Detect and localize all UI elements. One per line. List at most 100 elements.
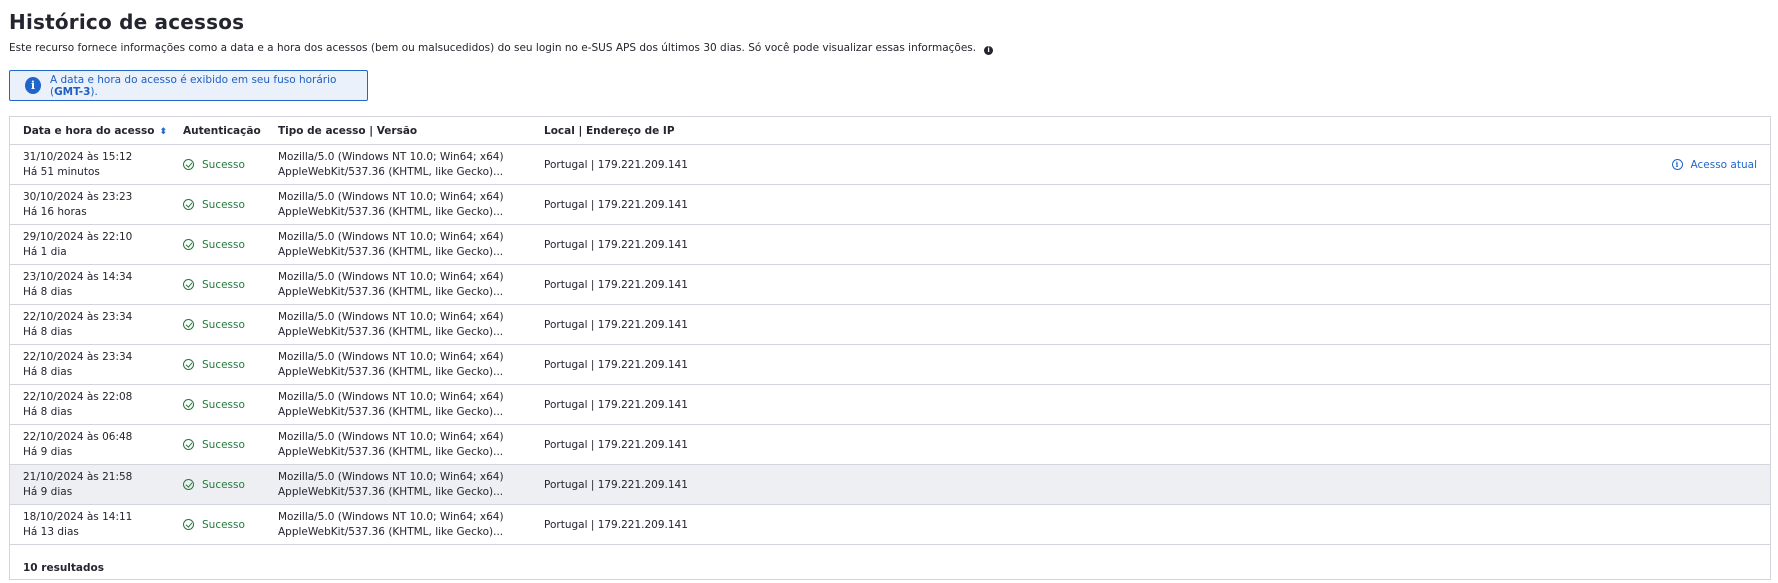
location-ip: Portugal | 179.221.209.141	[544, 478, 688, 491]
cell-type: Mozilla/5.0 (Windows NT 10.0; Win64; x64…	[278, 145, 504, 184]
location-ip: Portugal | 179.221.209.141	[544, 318, 688, 331]
table-row[interactable]: 22/10/2024 às 06:48 Há 9 dias Sucesso Mozil…	[10, 425, 1770, 465]
timezone-alert: i A data e hora do acesso é exibido em s…	[9, 70, 368, 101]
access-relative-time: Há 16 horas	[23, 206, 87, 218]
cell-date: 23/10/2024 às 14:34 Há 8 dias	[23, 265, 132, 304]
access-datetime: 18/10/2024 às 14:11	[23, 511, 133, 523]
check-circle-icon	[183, 279, 194, 290]
user-agent-line2: AppleWebKit/537.36 (KHTML, like Gecko)..…	[278, 206, 504, 218]
access-datetime: 22/10/2024 às 06:48	[23, 431, 133, 443]
cell-local: Portugal | 179.221.209.141	[544, 465, 688, 504]
info-icon: i	[1671, 159, 1683, 170]
user-agent-line2: AppleWebKit/537.36 (KHTML, like Gecko)..…	[278, 166, 504, 178]
user-agent-line1: Mozilla/5.0 (Windows NT 10.0; Win64; x64…	[278, 511, 504, 523]
table-row[interactable]: 23/10/2024 às 14:34 Há 8 dias Sucesso Mozil…	[10, 265, 1770, 305]
access-datetime: 22/10/2024 às 23:34	[23, 311, 133, 323]
auth-status-label: Sucesso	[202, 198, 245, 211]
access-datetime: 22/10/2024 às 23:34	[23, 351, 133, 363]
user-agent-line2: AppleWebKit/537.36 (KHTML, like Gecko)..…	[278, 526, 504, 538]
access-relative-time: Há 8 dias	[23, 326, 73, 338]
cell-date: 22/10/2024 às 23:34 Há 8 dias	[23, 305, 132, 344]
table-row[interactable]: 22/10/2024 às 22:08 Há 8 dias Sucesso Mozil…	[10, 385, 1770, 425]
access-relative-time: Há 1 dia	[23, 246, 67, 258]
access-datetime: 29/10/2024 às 22:10	[23, 231, 133, 243]
cell-auth: Sucesso	[183, 225, 245, 264]
cell-local: Portugal | 179.221.209.141	[544, 385, 688, 424]
current-access-indicator: i Acesso atual	[1671, 145, 1758, 184]
column-header-date[interactable]: Data e hora do acesso ⬍	[23, 117, 167, 144]
table-row[interactable]: 29/10/2024 às 22:10 Há 1 dia Sucesso Mozill…	[10, 225, 1770, 265]
column-header-date-label: Data e hora do acesso	[23, 124, 155, 137]
info-icon[interactable]: i	[984, 46, 994, 55]
user-agent-line2: AppleWebKit/537.36 (KHTML, like Gecko)..…	[278, 486, 504, 498]
user-agent-line2: AppleWebKit/537.36 (KHTML, like Gecko)..…	[278, 326, 504, 338]
access-relative-time: Há 9 dias	[23, 486, 73, 498]
check-circle-icon	[183, 359, 194, 370]
cell-auth: Sucesso	[183, 345, 245, 384]
status-success: Sucesso	[183, 399, 245, 411]
cell-auth: Sucesso	[183, 265, 245, 304]
column-header-local: Local | Endereço de IP	[544, 117, 675, 144]
check-circle-icon	[183, 239, 194, 250]
table-header-row: Data e hora do acesso ⬍ Autenticação Tipo…	[10, 117, 1770, 145]
access-datetime: 30/10/2024 às 23:23	[23, 191, 133, 203]
cell-type: Mozilla/5.0 (Windows NT 10.0; Win64; x64…	[278, 505, 504, 544]
page-title: Histórico de acessos	[9, 10, 245, 34]
location-ip: Portugal | 179.221.209.141	[544, 438, 688, 451]
cell-local: Portugal | 179.221.209.141	[544, 145, 688, 184]
cell-type: Mozilla/5.0 (Windows NT 10.0; Win64; x64…	[278, 425, 504, 464]
cell-local: Portugal | 179.221.209.141	[544, 425, 688, 464]
cell-auth: Sucesso	[183, 465, 245, 504]
status-success: Sucesso	[183, 199, 245, 211]
auth-status-label: Sucesso	[202, 438, 245, 451]
access-table: Data e hora do acesso ⬍ Autenticação Tipo…	[9, 116, 1771, 580]
cell-local: Portugal | 179.221.209.141	[544, 225, 688, 264]
column-header-type: Tipo de acesso | Versão	[278, 117, 417, 144]
table-row[interactable]: 22/10/2024 às 23:34 Há 8 dias Sucesso Mozil…	[10, 345, 1770, 385]
user-agent-line1: Mozilla/5.0 (Windows NT 10.0; Win64; x64…	[278, 151, 504, 163]
cell-type: Mozilla/5.0 (Windows NT 10.0; Win64; x64…	[278, 265, 504, 304]
cell-local: Portugal | 179.221.209.141	[544, 345, 688, 384]
check-circle-icon	[183, 519, 194, 530]
sort-icon[interactable]: ⬍	[159, 127, 167, 136]
check-circle-icon	[183, 159, 194, 170]
check-circle-icon	[183, 479, 194, 490]
current-access-label: Acesso atual	[1690, 158, 1758, 171]
check-circle-icon	[183, 319, 194, 330]
location-ip: Portugal | 179.221.209.141	[544, 278, 688, 291]
auth-status-label: Sucesso	[202, 518, 245, 531]
auth-status-label: Sucesso	[202, 238, 245, 251]
column-header-auth: Autenticação	[183, 117, 261, 144]
table-row[interactable]: 31/10/2024 às 15:12 Há 51 minutos Sucesso M…	[10, 145, 1770, 185]
table-row[interactable]: 21/10/2024 às 21:58 Há 9 dias Sucesso Mozil…	[10, 465, 1770, 505]
cell-date: 22/10/2024 às 23:34 Há 8 dias	[23, 345, 132, 384]
check-circle-icon	[183, 399, 194, 410]
user-agent-line2: AppleWebKit/537.36 (KHTML, like Gecko)..…	[278, 366, 504, 378]
location-ip: Portugal | 179.221.209.141	[544, 518, 688, 531]
cell-type: Mozilla/5.0 (Windows NT 10.0; Win64; x64…	[278, 345, 504, 384]
auth-status-label: Sucesso	[202, 278, 245, 291]
cell-local: Portugal | 179.221.209.141	[544, 265, 688, 304]
page-subtitle: Este recurso fornece informações como a …	[9, 42, 994, 55]
location-ip: Portugal | 179.221.209.141	[544, 238, 688, 251]
location-ip: Portugal | 179.221.209.141	[544, 198, 688, 211]
user-agent-line2: AppleWebKit/537.36 (KHTML, like Gecko)..…	[278, 446, 504, 458]
cell-type: Mozilla/5.0 (Windows NT 10.0; Win64; x64…	[278, 305, 504, 344]
alert-text: A data e hora do acesso é exibido em seu…	[50, 74, 367, 98]
user-agent-line2: AppleWebKit/537.36 (KHTML, like Gecko)..…	[278, 406, 504, 418]
table-row[interactable]: 22/10/2024 às 23:34 Há 8 dias Sucesso Mozil…	[10, 305, 1770, 345]
cell-date: 30/10/2024 às 23:23 Há 16 horas	[23, 185, 132, 224]
cell-type: Mozilla/5.0 (Windows NT 10.0; Win64; x64…	[278, 185, 504, 224]
table-row[interactable]: 30/10/2024 às 23:23 Há 16 horas Sucesso Moz…	[10, 185, 1770, 225]
auth-status-label: Sucesso	[202, 478, 245, 491]
results-count: 10 resultados	[23, 562, 104, 574]
cell-local: Portugal | 179.221.209.141	[544, 185, 688, 224]
status-success: Sucesso	[183, 319, 245, 331]
status-success: Sucesso	[183, 279, 245, 291]
cell-local: Portugal | 179.221.209.141	[544, 305, 688, 344]
table-row[interactable]: 18/10/2024 às 14:11 Há 13 dias Sucesso Mozi…	[10, 505, 1770, 545]
column-header-type-label: Tipo de acesso | Versão	[278, 124, 418, 137]
access-relative-time: Há 51 minutos	[23, 166, 100, 178]
info-icon: i	[25, 77, 41, 94]
location-ip: Portugal | 179.221.209.141	[544, 158, 688, 171]
